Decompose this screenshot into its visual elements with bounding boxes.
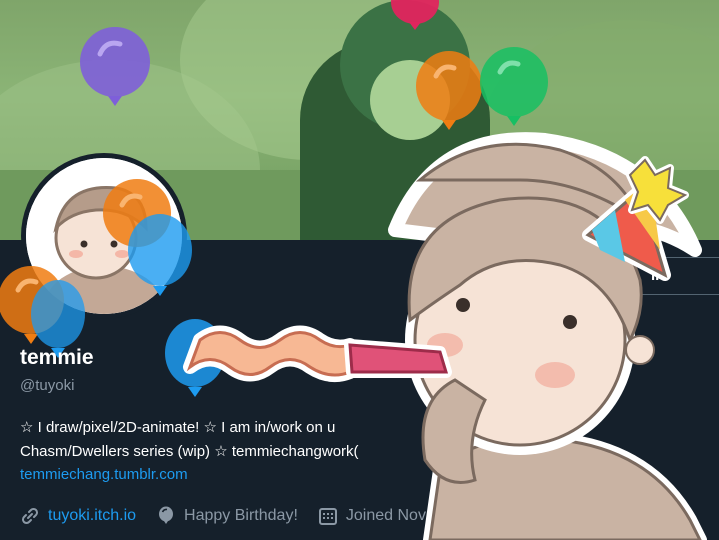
- link-icon: [20, 506, 40, 526]
- bio-link[interactable]: temmiechang.tumblr.com: [20, 466, 188, 483]
- bio-text-line: ☆ I draw/pixel/2D-animate! ☆ I am in/wor…: [20, 419, 336, 436]
- balloon-orange-icon: [414, 50, 484, 138]
- balloon-green-icon: [585, 163, 645, 243]
- website-link[interactable]: tuyoki.itch.io: [48, 507, 136, 525]
- birthday-item: Happy Birthday!: [156, 506, 298, 526]
- user-handle: @tuyoki: [20, 377, 75, 394]
- calendar-icon: [318, 506, 338, 526]
- bio-text-line: Chasm/Dwellers series (wip) ☆ temmiechan…: [20, 443, 359, 460]
- website-item[interactable]: tuyoki.itch.io: [20, 506, 136, 526]
- balloon-green-icon: [478, 46, 550, 134]
- balloon-orange-icon: [568, 495, 618, 540]
- joined-item: Joined Nov: [318, 506, 426, 526]
- balloon-purple-icon: [78, 26, 152, 116]
- balloon-blue-icon: [125, 210, 195, 300]
- birthday-text: Happy Birthday!: [184, 507, 298, 524]
- balloon-blue-icon: [163, 315, 227, 405]
- display-name: temmie: [20, 346, 94, 369]
- joined-text: Joined Nov: [345, 507, 426, 524]
- edit-profile-button[interactable]: ile: [600, 257, 719, 295]
- profile-meta-row: tuyoki.itch.io Happy Birthday! Joined No…: [20, 505, 446, 527]
- balloon-pink-icon: [387, 0, 443, 32]
- balloon-icon: [156, 506, 176, 526]
